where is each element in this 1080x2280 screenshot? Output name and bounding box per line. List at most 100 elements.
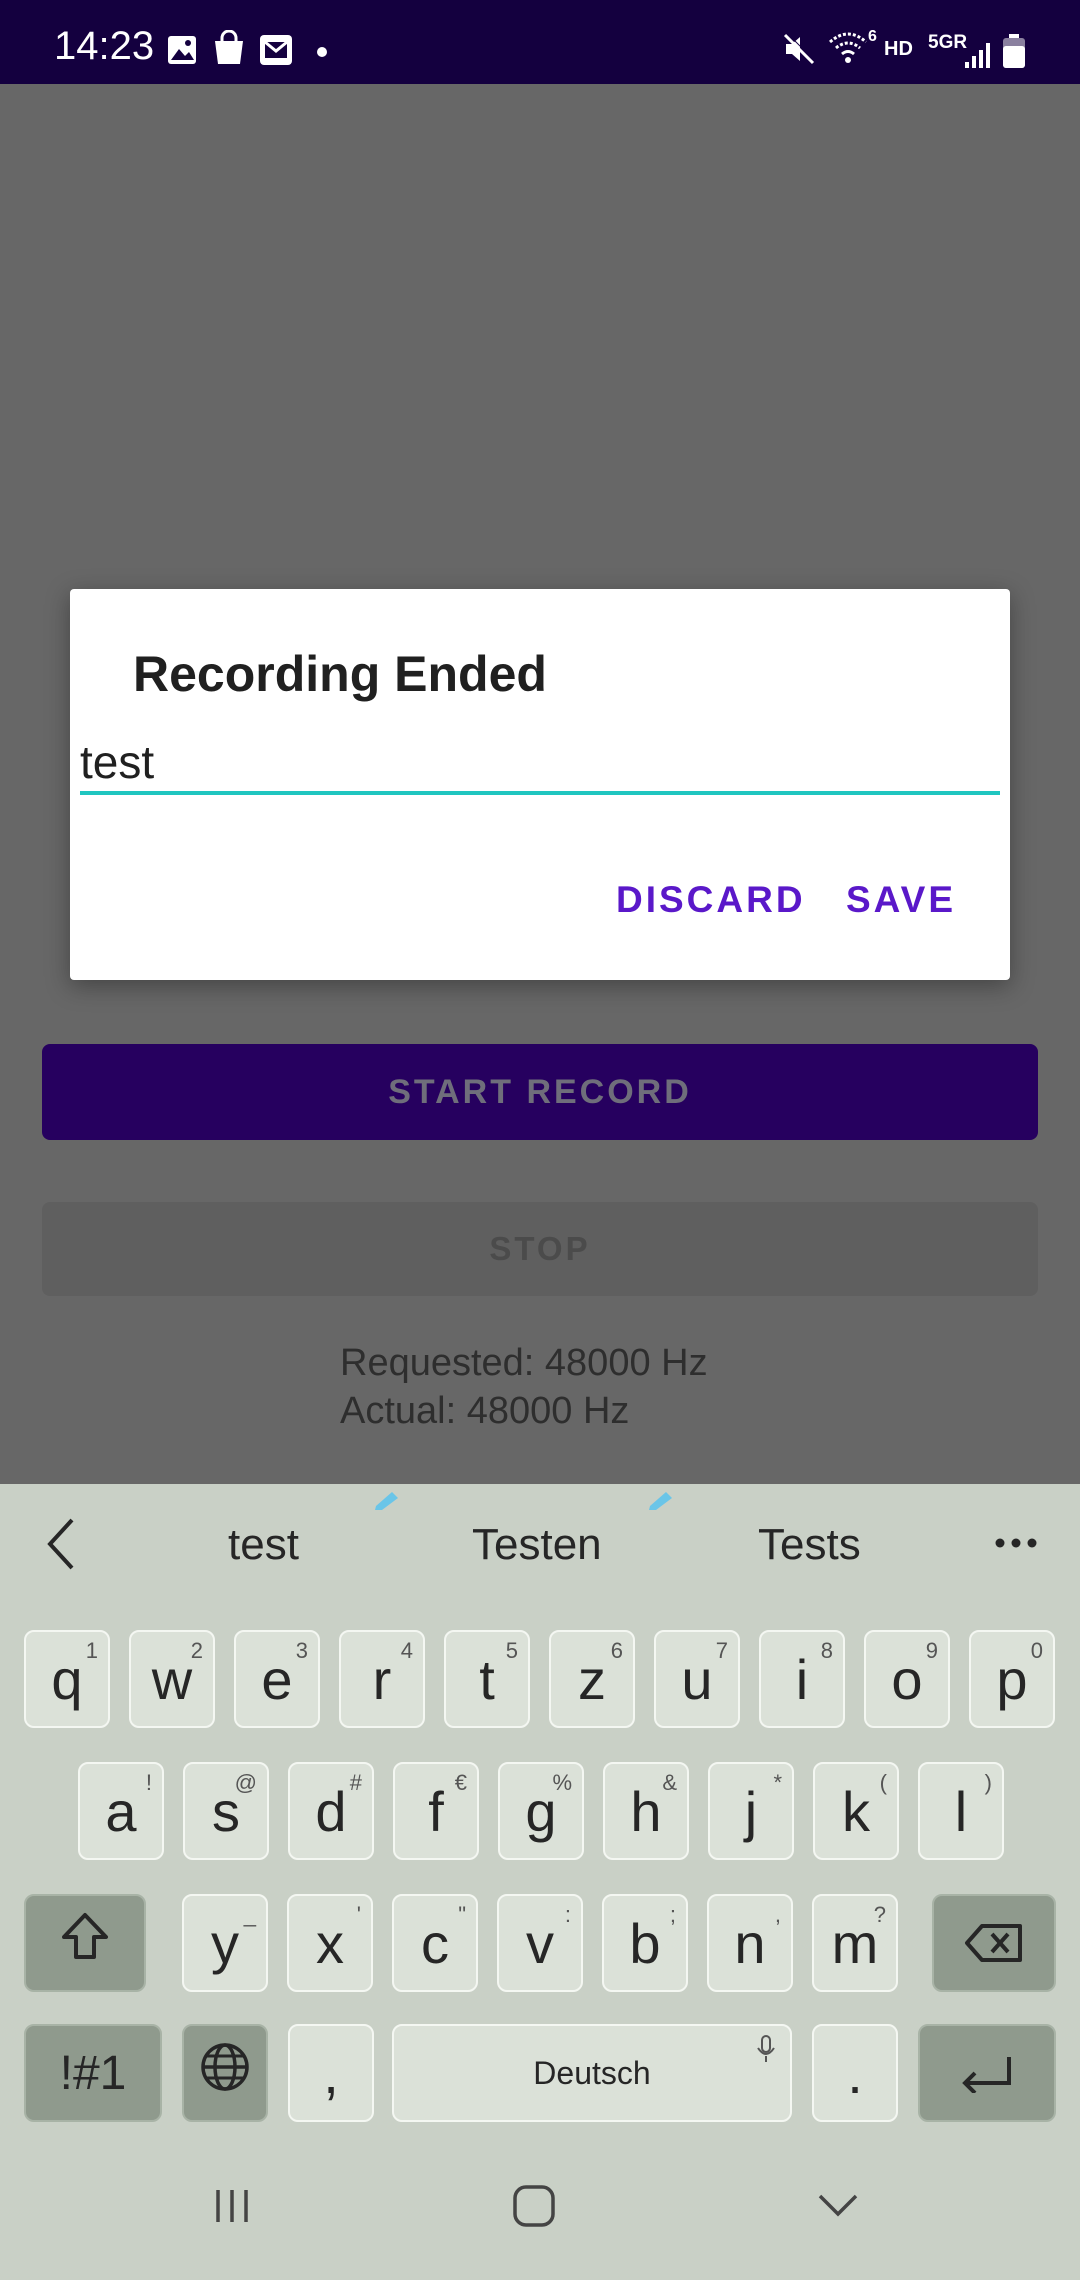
key-letter: x	[316, 1911, 344, 1975]
key-o[interactable]: o9	[864, 1630, 950, 1728]
comma-key[interactable]: ,	[288, 2024, 374, 2122]
period-key[interactable]: .	[812, 2024, 898, 2122]
key-l[interactable]: l)	[918, 1762, 1004, 1860]
key-y[interactable]: y _	[182, 1894, 268, 1992]
key-hint: ;	[669, 1902, 676, 1927]
key-e[interactable]: e3	[234, 1630, 320, 1728]
key-j[interactable]: j *	[708, 1762, 794, 1860]
key-i[interactable]: i8	[759, 1630, 845, 1728]
key-t[interactable]: t5	[444, 1630, 530, 1728]
key-hint: €	[454, 1770, 467, 1795]
key-b[interactable]: b;	[602, 1894, 688, 1992]
key-hint: ?	[873, 1902, 886, 1927]
key-w[interactable]: w2	[129, 1630, 215, 1728]
wifi-superscript: 6	[868, 28, 877, 45]
key-hint: 2	[190, 1638, 203, 1663]
requested-rate-text: Requested: 48000 Hz	[340, 1342, 708, 1384]
key-letter: i	[795, 1647, 809, 1711]
shopping-bag-icon	[212, 29, 246, 71]
email-icon	[259, 34, 293, 71]
space-label: Deutsch	[533, 2054, 651, 2091]
key-d[interactable]: d #	[288, 1762, 374, 1860]
key-s[interactable]: s @	[183, 1762, 269, 1860]
microphone-icon	[756, 2034, 776, 2072]
key-hint: 3	[295, 1638, 308, 1663]
actual-rate-text: Actual: 48000 Hz	[340, 1390, 630, 1432]
mute-icon	[782, 32, 816, 71]
key-q[interactable]: q1	[24, 1630, 110, 1728]
keyboard: test Testen Tests q1w2e3r4t5z6u7i8o9p0 a…	[0, 1484, 1080, 2280]
key-letter: q	[51, 1647, 83, 1711]
key-hint: 5	[505, 1638, 518, 1663]
key-letter: m	[831, 1911, 879, 1975]
key-letter: p	[996, 1647, 1028, 1711]
key-hint: ,	[774, 1902, 781, 1927]
wifi-icon	[828, 30, 872, 71]
chevron-left-icon[interactable]	[44, 1516, 78, 1577]
key-u[interactable]: u7	[654, 1630, 740, 1728]
home-icon[interactable]	[512, 2184, 556, 2233]
language-key[interactable]	[182, 2024, 268, 2122]
start-record-button[interactable]: START RECORD	[42, 1044, 1038, 1140]
key-hint: 6	[610, 1638, 623, 1663]
enter-icon	[957, 2041, 1017, 2106]
enter-key[interactable]	[918, 2024, 1056, 2122]
key-letter: w	[151, 1647, 193, 1711]
suggestion-1[interactable]: test	[228, 1520, 299, 1570]
key-letter: o	[891, 1647, 923, 1711]
key-hint: 4	[400, 1638, 413, 1663]
key-m[interactable]: m?	[812, 1894, 898, 1992]
key-letter: z	[578, 1647, 606, 1711]
key-letter: d	[315, 1779, 347, 1843]
shift-key[interactable]	[24, 1894, 146, 1992]
image-icon	[166, 34, 198, 71]
more-options-icon[interactable]	[994, 1536, 1038, 1554]
key-letter: v	[526, 1911, 554, 1975]
key-letter: u	[681, 1647, 713, 1711]
hide-keyboard-icon[interactable]	[816, 2192, 860, 2225]
save-button[interactable]: SAVE	[846, 879, 956, 921]
key-letter: r	[372, 1647, 392, 1711]
status-time: 14:23	[54, 24, 155, 68]
key-hint: @	[234, 1770, 257, 1795]
edit-pen-icon	[372, 1488, 402, 1517]
navigation-bar	[0, 2146, 1080, 2280]
symbols-key[interactable]: !#1	[24, 2024, 162, 2122]
key-hint: )	[984, 1770, 992, 1795]
key-letter: t	[479, 1647, 495, 1711]
key-hint: 8	[820, 1638, 833, 1663]
key-hint: 7	[715, 1638, 728, 1663]
recording-ended-dialog: Recording Ended DISCARD SAVE	[70, 589, 1010, 980]
discard-button[interactable]: DISCARD	[616, 879, 806, 921]
key-r[interactable]: r4	[339, 1630, 425, 1728]
space-key[interactable]: Deutsch	[392, 2024, 792, 2122]
suggestion-2[interactable]: Testen	[472, 1520, 602, 1570]
recent-apps-icon[interactable]	[212, 2186, 252, 2231]
key-v[interactable]: v:	[497, 1894, 583, 1992]
key-f[interactable]: f €	[393, 1762, 479, 1860]
key-k[interactable]: k(	[813, 1762, 899, 1860]
key-letter: k	[842, 1779, 870, 1843]
key-p[interactable]: p0	[969, 1630, 1055, 1728]
key-letter: e	[261, 1647, 293, 1711]
backspace-key[interactable]	[932, 1894, 1056, 1992]
key-hint: &	[662, 1770, 677, 1795]
key-letter: l	[954, 1779, 968, 1843]
key-hint: "	[458, 1902, 466, 1927]
key-x[interactable]: x '	[287, 1894, 373, 1992]
recording-name-input[interactable]	[80, 733, 1000, 795]
key-letter: b	[629, 1911, 661, 1975]
stop-button[interactable]: STOP	[42, 1202, 1038, 1296]
key-h[interactable]: h &	[603, 1762, 689, 1860]
key-c[interactable]: c "	[392, 1894, 478, 1992]
key-g[interactable]: g%	[498, 1762, 584, 1860]
key-letter: h	[630, 1779, 662, 1843]
key-z[interactable]: z6	[549, 1630, 635, 1728]
key-a[interactable]: a!	[78, 1762, 164, 1860]
key-hint: *	[773, 1770, 782, 1795]
key-hint: %	[552, 1770, 572, 1795]
hd-label: HD	[884, 38, 913, 60]
key-n[interactable]: n,	[707, 1894, 793, 1992]
key-hint: 9	[925, 1638, 938, 1663]
suggestion-3[interactable]: Tests	[758, 1520, 861, 1570]
